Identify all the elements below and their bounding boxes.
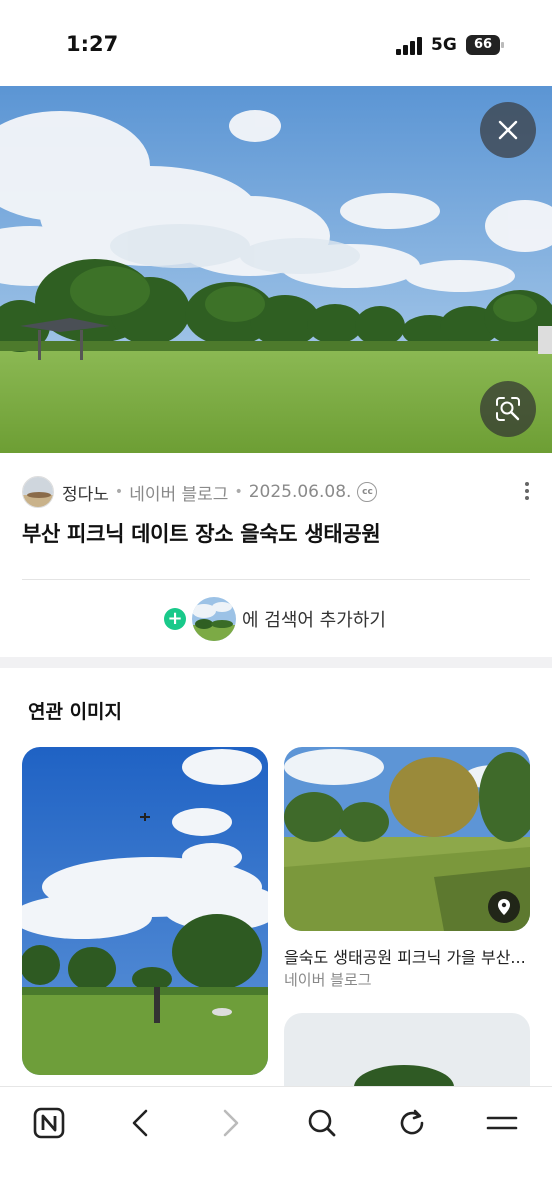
image-search-button[interactable] [480, 381, 536, 437]
search-thumbnail [192, 597, 236, 641]
network-type: 5G [431, 35, 457, 55]
related-image-title[interactable]: 을숙도 생태공원 피크닉 가을 부산... [284, 944, 532, 968]
search-icon [308, 1109, 336, 1137]
back-arrow-icon [132, 1109, 148, 1137]
post-date: 2025.06.08. [248, 482, 352, 502]
forward-arrow-icon [223, 1109, 239, 1137]
add-search-term-button[interactable]: + 에 검색어 추가하기 [164, 597, 386, 641]
divider [22, 579, 530, 580]
menu-icon [486, 1116, 518, 1130]
more-vertical-icon [518, 482, 536, 500]
image-title[interactable]: 부산 피크닉 데이트 장소 을숙도 생태공원 [22, 518, 381, 548]
battery-level: 66 [466, 35, 500, 55]
naver-home-icon [33, 1107, 65, 1139]
author-avatar[interactable] [22, 476, 54, 508]
menu-button[interactable] [482, 1103, 522, 1143]
add-search-label: 에 검색어 추가하기 [242, 610, 386, 631]
status-bar: 1:27 5G 66 [0, 0, 552, 86]
refresh-button[interactable] [392, 1103, 432, 1143]
refresh-icon [400, 1109, 424, 1135]
related-image-card[interactable] [22, 747, 268, 1075]
battery-icon: 66 [466, 35, 504, 55]
forward-button[interactable] [211, 1103, 251, 1143]
image-search-icon [496, 397, 520, 421]
search-button[interactable] [302, 1103, 342, 1143]
location-pin-button[interactable] [488, 891, 520, 923]
related-images-heading: 연관 이미지 [28, 701, 123, 723]
plus-icon: + [164, 608, 186, 630]
status-time: 1:27 [66, 32, 119, 56]
location-pin-icon [498, 899, 510, 915]
cc-license-icon: cc [357, 482, 378, 502]
close-icon [498, 120, 518, 140]
related-image-source: 네이버 블로그 [284, 971, 372, 989]
author-name[interactable]: 정다노 [62, 480, 109, 505]
back-button[interactable] [120, 1103, 160, 1143]
related-image-card[interactable] [284, 1013, 530, 1093]
bottom-navigation-bar [0, 1086, 552, 1200]
naver-home-button[interactable] [29, 1103, 69, 1143]
source-platform[interactable]: 네이버 블로그 [129, 480, 228, 505]
section-separator [0, 657, 552, 668]
source-info: 정다노 • 네이버 블로그 • 2025.06.08. cc [22, 475, 532, 509]
main-image[interactable] [0, 86, 552, 453]
close-button[interactable] [480, 102, 536, 158]
signal-icon [396, 37, 422, 55]
more-options-button[interactable] [518, 480, 536, 504]
